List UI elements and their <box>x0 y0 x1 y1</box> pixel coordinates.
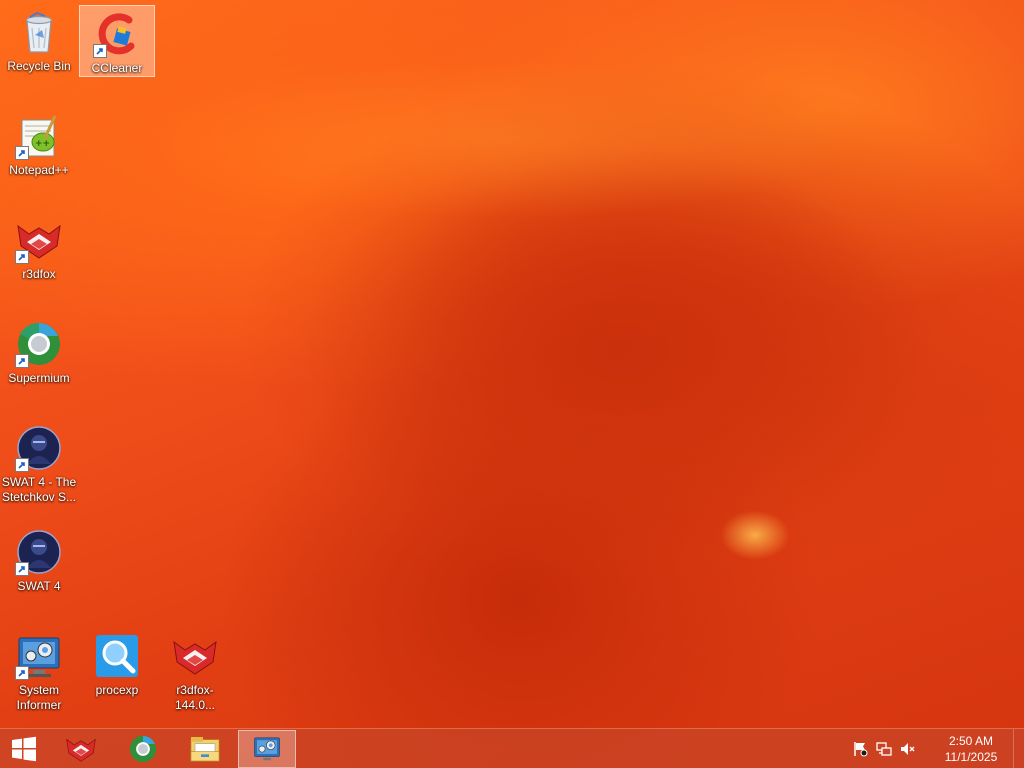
wallpaper-glow <box>300 140 940 560</box>
r3dfox-icon <box>15 216 63 264</box>
supermium-icon <box>15 320 63 368</box>
wallpaper-highlight <box>720 510 790 560</box>
swat4-icon <box>15 528 63 576</box>
ccleaner-icon <box>93 10 141 58</box>
desktop-icon-label: System Informer <box>16 683 62 712</box>
windows-logo-icon <box>12 736 36 761</box>
action-center-flag-icon[interactable] <box>849 738 871 760</box>
taskbar-button-system-informer[interactable] <box>238 729 296 768</box>
desktop-icon-notepad-plus-plus[interactable]: ++ Notepad++ <box>1 108 77 180</box>
desktop-icon-label: r3dfox <box>22 267 56 281</box>
desktop-icon-swat4-stetchkov[interactable]: SWAT 4 - The Stetchkov S... <box>1 420 77 506</box>
show-desktop-button[interactable] <box>1013 728 1024 768</box>
desktop-icon-label: Notepad++ <box>9 163 69 177</box>
desktop-icon-supermium[interactable]: Supermium <box>1 316 77 388</box>
shortcut-arrow-icon <box>15 458 29 472</box>
system-informer-icon <box>15 632 63 680</box>
desktop-icon-label: CCleaner <box>91 61 143 75</box>
desktop-icon-procexp[interactable]: procexp <box>79 628 155 700</box>
clock-date: 11/1/2025 <box>944 749 998 764</box>
clock-time: 2:50 AM <box>948 733 994 748</box>
desktop-icon-label: r3dfox-144.0... <box>174 683 216 712</box>
desktop[interactable]: Recycle Bin CCleaner ++ Notepad++ r3dfox… <box>0 0 1024 768</box>
shortcut-arrow-icon <box>15 146 29 160</box>
taskbar-clock[interactable]: 2:50 AM 11/1/2025 <box>929 733 1013 765</box>
wallpaper-highlight <box>150 60 850 220</box>
volume-muted-icon[interactable] <box>897 738 919 760</box>
shortcut-arrow-icon <box>15 666 29 680</box>
network-icon[interactable] <box>873 738 895 760</box>
taskbar-button-r3dfox[interactable] <box>52 730 110 768</box>
r3dfox-icon <box>66 738 96 762</box>
desktop-icon-label: SWAT 4 - The Stetchkov S... <box>1 475 77 504</box>
taskbar-button-file-explorer[interactable] <box>176 730 234 768</box>
supermium-icon <box>129 735 157 762</box>
desktop-icon-label: Recycle Bin <box>7 59 71 73</box>
desktop-icon-swat4[interactable]: SWAT 4 <box>1 524 77 596</box>
file-explorer-icon <box>190 736 220 761</box>
desktop-icon-label: Supermium <box>8 371 70 385</box>
desktop-icon-r3dfox[interactable]: r3dfox <box>1 212 77 284</box>
desktop-icon-system-informer[interactable]: System Informer <box>1 628 77 714</box>
start-button[interactable] <box>0 729 48 768</box>
shortcut-arrow-icon <box>15 562 29 576</box>
desktop-icon-label: procexp <box>95 683 139 697</box>
taskbar-button-supermium[interactable] <box>114 730 172 768</box>
desktop-icon-ccleaner[interactable]: CCleaner <box>79 5 155 77</box>
desktop-icon-recycle-bin[interactable]: Recycle Bin <box>1 4 77 76</box>
system-informer-icon <box>254 736 280 760</box>
svg-text:++: ++ <box>35 139 50 149</box>
notepad-plus-plus-icon: ++ <box>15 112 63 160</box>
shortcut-arrow-icon <box>15 354 29 368</box>
desktop-icon-r3dfox-installer[interactable]: r3dfox-144.0... <box>157 628 233 712</box>
r3dfox-icon <box>171 632 219 680</box>
recycle-bin-icon <box>15 8 63 56</box>
system-tray: 2:50 AM 11/1/2025 <box>847 728 1024 768</box>
shortcut-arrow-icon <box>15 250 29 264</box>
swat4-icon <box>15 424 63 472</box>
procexp-icon <box>93 632 141 680</box>
shortcut-arrow-icon <box>93 44 107 58</box>
desktop-icon-label: SWAT 4 <box>17 579 61 593</box>
taskbar: 2:50 AM 11/1/2025 <box>0 728 1024 768</box>
